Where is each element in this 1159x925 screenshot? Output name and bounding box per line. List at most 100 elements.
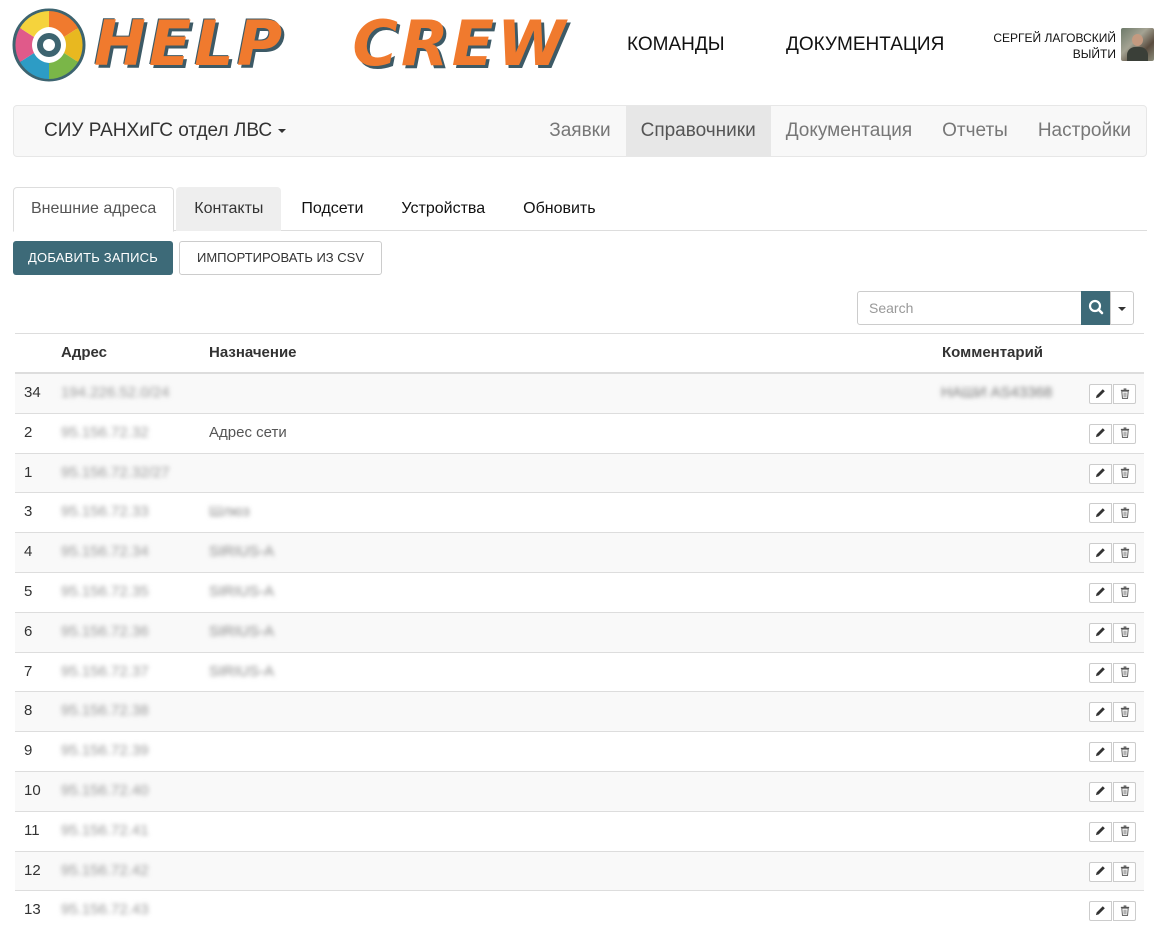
row-address: 95.156.72.34	[61, 543, 149, 561]
nav-reports[interactable]: Отчеты	[927, 106, 1023, 156]
trash-icon	[1120, 465, 1130, 482]
search-options-dropdown[interactable]	[1110, 291, 1134, 325]
row-actions	[1089, 742, 1136, 763]
edit-button[interactable]	[1089, 901, 1112, 922]
pencil-icon	[1095, 783, 1106, 800]
logo-wheel-icon	[12, 8, 86, 82]
row-id: 34	[24, 384, 41, 401]
edit-button[interactable]	[1089, 861, 1112, 882]
edit-button[interactable]	[1089, 702, 1112, 723]
row-actions	[1089, 781, 1136, 802]
row-actions	[1089, 821, 1136, 842]
table-row: 8 95.156.72.38	[15, 692, 1144, 733]
delete-button[interactable]	[1113, 901, 1136, 922]
pencil-icon	[1095, 903, 1106, 920]
help-crew-logo[interactable]: HELP CREW	[10, 4, 565, 84]
delete-button[interactable]	[1113, 861, 1136, 882]
add-record-button[interactable]: ДОБАВИТЬ ЗАПИСЬ	[13, 241, 173, 275]
trash-icon	[1120, 386, 1130, 403]
pencil-icon	[1095, 624, 1106, 641]
main-navbar: СИУ РАНХиГС отдел ЛВС Заявки Справочники…	[13, 105, 1147, 157]
col-address[interactable]: Адрес	[61, 344, 107, 361]
edit-button[interactable]	[1089, 622, 1112, 643]
avatar[interactable]	[1121, 28, 1154, 61]
row-purpose: SIRIUS-A	[209, 543, 275, 561]
nav-documentation[interactable]: Документация	[771, 106, 927, 156]
import-csv-button[interactable]: ИМПОРТИРОВАТЬ ИЗ CSV	[179, 241, 382, 275]
pencil-icon	[1095, 863, 1106, 880]
row-id: 10	[24, 781, 41, 799]
tab-external-addresses[interactable]: Внешние адреса	[13, 187, 175, 232]
row-actions	[1089, 423, 1136, 444]
search-input[interactable]	[857, 291, 1082, 325]
row-actions	[1089, 622, 1136, 643]
pencil-icon	[1095, 584, 1106, 601]
table-row: 3 95.156.72.33 Шлюз	[15, 493, 1144, 534]
nav-directories[interactable]: Справочники	[625, 106, 771, 156]
table-row: 11 95.156.72.41	[15, 812, 1144, 852]
edit-button[interactable]	[1089, 662, 1112, 683]
edit-button[interactable]	[1089, 543, 1112, 564]
delete-button[interactable]	[1113, 662, 1136, 683]
table-row: 4 95.156.72.34 SIRIUS-A	[15, 533, 1144, 573]
delete-button[interactable]	[1113, 622, 1136, 643]
edit-button[interactable]	[1089, 384, 1112, 404]
logo-word-help: HELP	[94, 7, 286, 80]
row-actions	[1089, 702, 1136, 723]
delete-button[interactable]	[1113, 423, 1136, 444]
row-id: 7	[24, 662, 33, 680]
delete-button[interactable]	[1113, 463, 1136, 484]
trash-icon	[1120, 863, 1130, 880]
trash-icon	[1120, 584, 1130, 601]
pencil-icon	[1095, 823, 1106, 840]
edit-button[interactable]	[1089, 423, 1112, 444]
delete-button[interactable]	[1113, 582, 1136, 603]
row-actions	[1089, 384, 1136, 404]
tab-contacts[interactable]: Контакты	[176, 187, 282, 231]
delete-button[interactable]	[1113, 503, 1136, 524]
nav-requests[interactable]: Заявки	[534, 106, 625, 156]
row-purpose: Адрес сети	[209, 423, 287, 441]
top-nav-teams[interactable]: КОМАНДЫ	[627, 34, 725, 56]
delete-button[interactable]	[1113, 384, 1136, 404]
edit-button[interactable]	[1089, 781, 1112, 802]
tab-devices[interactable]: Устройства	[383, 187, 503, 231]
tab-subnets[interactable]: Подсети	[283, 187, 381, 231]
search-button[interactable]	[1081, 291, 1111, 325]
delete-button[interactable]	[1113, 742, 1136, 763]
row-purpose: SIRIUS-A	[209, 582, 275, 600]
tab-refresh[interactable]: Обновить	[505, 187, 613, 231]
row-address: 95.156.72.43	[61, 901, 149, 919]
nav-settings[interactable]: Настройки	[1023, 106, 1146, 156]
row-address: 95.156.72.35	[61, 582, 149, 600]
row-actions	[1089, 861, 1136, 882]
col-purpose[interactable]: Назначение	[209, 344, 297, 361]
pencil-icon	[1095, 664, 1106, 681]
row-address: 95.156.72.36	[61, 622, 149, 640]
logout-link[interactable]: ВЫЙТИ	[993, 46, 1116, 62]
top-nav-docs[interactable]: ДОКУМЕНТАЦИЯ	[786, 34, 944, 56]
row-comment: НАШИ AS43368	[941, 384, 1053, 401]
delete-button[interactable]	[1113, 781, 1136, 802]
row-address: 95.156.72.37	[61, 662, 149, 680]
edit-button[interactable]	[1089, 503, 1112, 524]
trash-icon	[1120, 505, 1130, 522]
table-row: 13 95.156.72.43	[15, 891, 1144, 925]
app-header: HELP CREW КОМАНДЫ ДОКУМЕНТАЦИЯ СЕРГЕЙ ЛА…	[0, 0, 1159, 90]
row-address: 95.156.72.32/27	[61, 463, 170, 481]
edit-button[interactable]	[1089, 742, 1112, 763]
col-comment[interactable]: Комментарий	[942, 344, 1043, 361]
trash-icon	[1120, 545, 1130, 562]
row-address: 194.226.52.0/24	[61, 384, 170, 401]
user-name[interactable]: СЕРГЕЙ ЛАГОВСКИЙ	[993, 30, 1116, 46]
delete-button[interactable]	[1113, 543, 1136, 564]
edit-button[interactable]	[1089, 821, 1112, 842]
edit-button[interactable]	[1089, 463, 1112, 484]
delete-button[interactable]	[1113, 821, 1136, 842]
navbar-menu: Заявки Справочники Документация Отчеты Н…	[534, 106, 1146, 156]
row-id: 4	[24, 543, 33, 561]
org-dropdown[interactable]: СИУ РАНХиГС отдел ЛВС	[44, 120, 287, 142]
delete-button[interactable]	[1113, 702, 1136, 723]
edit-button[interactable]	[1089, 582, 1112, 603]
caret-down-icon	[278, 128, 287, 133]
